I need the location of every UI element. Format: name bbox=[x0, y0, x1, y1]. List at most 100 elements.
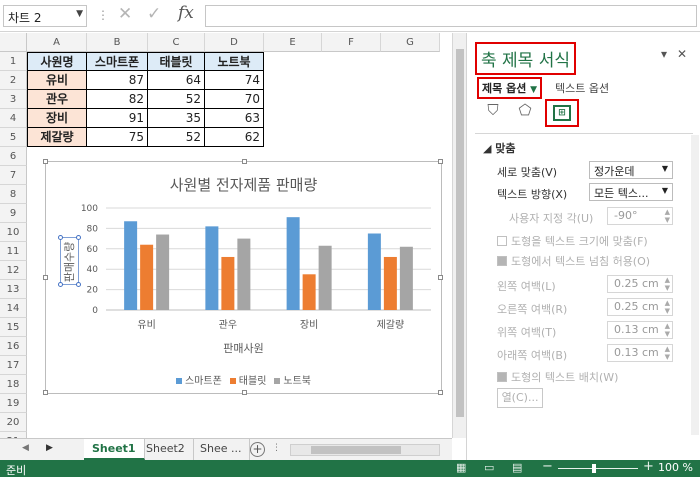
table-header-cell[interactable]: 노트북 bbox=[205, 52, 264, 71]
spin-arrows-icon[interactable]: ▲ ▼ bbox=[665, 208, 670, 224]
overflow-text-checkbox[interactable]: 도형에서 텍스트 넘침 허용(O) bbox=[497, 253, 650, 269]
table-header-cell[interactable]: 사원명 bbox=[27, 52, 87, 71]
table-cell[interactable]: 35 bbox=[148, 109, 205, 128]
table-cell[interactable]: 82 bbox=[87, 90, 148, 109]
top-margin-input[interactable]: 0.13 cm ▲ ▼ bbox=[607, 321, 673, 339]
row-header[interactable]: 10 bbox=[0, 223, 27, 242]
sheet-grid[interactable]: ABCDEFG 12345678910111213141516171819202… bbox=[0, 33, 452, 438]
axis-title-selection[interactable]: 판매수량 bbox=[58, 235, 81, 287]
table-cell[interactable]: 75 bbox=[87, 128, 148, 147]
tab-sheet2[interactable]: Sheet2 bbox=[138, 439, 194, 460]
scroll-thumb[interactable] bbox=[311, 446, 401, 454]
fx-icon[interactable]: fx bbox=[178, 3, 194, 23]
section-alignment[interactable]: ◢ 맞춤 bbox=[483, 140, 516, 156]
row-header[interactable]: 7 bbox=[0, 166, 27, 185]
row-header[interactable]: 17 bbox=[0, 356, 27, 375]
legend-item[interactable]: 스마트폰 bbox=[175, 372, 222, 387]
table-cell[interactable]: 64 bbox=[148, 71, 205, 90]
effects-icon[interactable]: ⬠ bbox=[515, 101, 535, 121]
spin-arrows-icon[interactable]: ▲ ▼ bbox=[665, 276, 670, 292]
row-header[interactable]: 19 bbox=[0, 394, 27, 413]
enter-icon[interactable]: ✓ bbox=[147, 4, 161, 24]
table-cell[interactable]: 유비 bbox=[27, 71, 87, 90]
column-header-f[interactable]: F bbox=[322, 33, 381, 52]
axis-title-handle[interactable] bbox=[76, 235, 81, 240]
table-cell[interactable]: 91 bbox=[87, 109, 148, 128]
vertical-scrollbar[interactable] bbox=[452, 33, 466, 438]
y-axis-title[interactable]: 판매수량 bbox=[61, 238, 80, 286]
name-box[interactable]: 차트 2 ▼ bbox=[3, 5, 87, 27]
prev-sheet-icon[interactable]: ◀ bbox=[22, 443, 29, 453]
chevron-down-icon[interactable]: ▼ bbox=[530, 85, 537, 95]
chevron-down-icon[interactable]: ▼ bbox=[662, 186, 668, 195]
legend-item[interactable]: 태블릿 bbox=[229, 372, 266, 387]
axis-title-handle[interactable] bbox=[76, 282, 81, 287]
row-header[interactable]: 4 bbox=[0, 109, 27, 128]
table-header-cell[interactable]: 스마트폰 bbox=[87, 52, 148, 71]
add-sheet-button[interactable]: + bbox=[250, 442, 265, 457]
table-cell[interactable]: 52 bbox=[148, 128, 205, 147]
row-header[interactable]: 16 bbox=[0, 337, 27, 356]
row-header[interactable]: 6 bbox=[0, 147, 27, 166]
page-layout-icon[interactable]: ▭ bbox=[484, 461, 494, 474]
left-margin-input[interactable]: 0.25 cm ▲ ▼ bbox=[607, 275, 673, 293]
wrap-text-checkbox[interactable]: 도형의 텍스트 배치(W) bbox=[497, 369, 618, 385]
normal-view-icon[interactable]: ▦ bbox=[456, 461, 466, 474]
chart[interactable]: 사원별 전자제품 판매량 0 20 40 60 80 100 유비 관우 장비 제갈량 판매수량 … bbox=[43, 159, 443, 395]
tab-sheet1[interactable]: Sheet1 bbox=[84, 439, 145, 460]
x-axis-title[interactable]: 판매사원 bbox=[46, 340, 441, 356]
row-header[interactable]: 18 bbox=[0, 375, 27, 394]
next-sheet-icon[interactable]: ▶ bbox=[46, 443, 53, 453]
spin-arrows-icon[interactable]: ▲ ▼ bbox=[665, 345, 670, 361]
row-header[interactable]: 12 bbox=[0, 261, 27, 280]
row-header[interactable]: 13 bbox=[0, 280, 27, 299]
row-header[interactable]: 8 bbox=[0, 185, 27, 204]
column-header-g[interactable]: G bbox=[381, 33, 440, 52]
column-header-c[interactable]: C bbox=[148, 33, 205, 52]
row-header[interactable]: 5 bbox=[0, 128, 27, 147]
row-header[interactable]: 11 bbox=[0, 242, 27, 261]
table-cell[interactable]: 관우 bbox=[27, 90, 87, 109]
chevron-down-icon[interactable]: ▼ bbox=[662, 164, 668, 173]
zoom-slider[interactable] bbox=[558, 468, 638, 469]
legend-item[interactable]: 노트북 bbox=[274, 372, 311, 387]
cancel-icon[interactable]: ✕ bbox=[118, 4, 132, 24]
fill-line-icon[interactable]: ⛉ bbox=[483, 101, 503, 121]
custom-angle-input[interactable]: -90° ▲ ▼ bbox=[607, 207, 673, 225]
table-cell[interactable]: 장비 bbox=[27, 109, 87, 128]
row-header[interactable]: 14 bbox=[0, 299, 27, 318]
row-header[interactable]: 15 bbox=[0, 318, 27, 337]
columns-button[interactable]: 열(C)... bbox=[497, 388, 543, 408]
spin-arrows-icon[interactable]: ▲ ▼ bbox=[665, 322, 670, 338]
zoom-level[interactable]: 100 % bbox=[658, 461, 693, 474]
page-break-icon[interactable]: ▤ bbox=[512, 461, 522, 474]
column-header-b[interactable]: B bbox=[87, 33, 148, 52]
spin-arrows-icon[interactable]: ▲ ▼ bbox=[665, 299, 670, 315]
chevron-down-icon[interactable]: ▼ bbox=[76, 9, 83, 19]
tab-text-options[interactable]: 텍스트 옵션 bbox=[555, 80, 609, 96]
table-cell[interactable]: 74 bbox=[205, 71, 264, 90]
row-header[interactable]: 9 bbox=[0, 204, 27, 223]
close-icon[interactable]: ✕ bbox=[677, 47, 687, 61]
formula-input[interactable] bbox=[205, 5, 697, 27]
scroll-thumb[interactable] bbox=[456, 49, 464, 417]
column-header-e[interactable]: E bbox=[264, 33, 322, 52]
table-cell[interactable]: 52 bbox=[148, 90, 205, 109]
table-cell[interactable]: 63 bbox=[205, 109, 264, 128]
zoom-out-button[interactable]: − bbox=[542, 459, 553, 474]
column-header-d[interactable]: D bbox=[205, 33, 264, 52]
size-properties-tab[interactable]: ⊞ bbox=[545, 99, 579, 127]
axis-title-handle[interactable] bbox=[58, 282, 63, 287]
zoom-slider-thumb[interactable] bbox=[592, 464, 596, 473]
vertical-align-select[interactable]: 정가운데 ▼ bbox=[589, 161, 673, 179]
axis-title-handle[interactable] bbox=[58, 235, 63, 240]
table-cell[interactable]: 87 bbox=[87, 71, 148, 90]
table-header-cell[interactable]: 태블릿 bbox=[148, 52, 205, 71]
resize-shape-checkbox[interactable]: 도형을 텍스트 크기에 맞춤(F) bbox=[497, 233, 648, 249]
column-header-a[interactable]: A bbox=[27, 33, 87, 52]
horizontal-scrollbar[interactable] bbox=[290, 444, 440, 456]
chart-legend[interactable]: 스마트폰 태블릿 노트북 bbox=[46, 372, 441, 387]
row-header[interactable]: 1 bbox=[0, 52, 27, 71]
select-all-corner[interactable] bbox=[0, 33, 27, 52]
row-header[interactable]: 20 bbox=[0, 413, 27, 432]
